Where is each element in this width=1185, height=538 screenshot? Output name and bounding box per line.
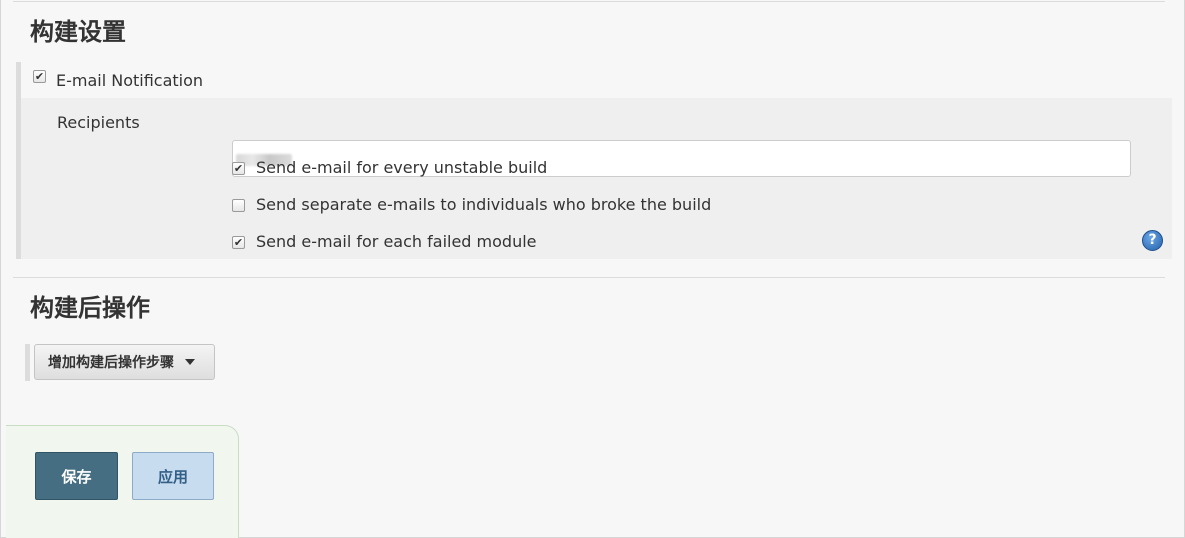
unstable-build-checkbox[interactable]: ✔ [232, 162, 245, 175]
bottom-action-bar: 保存 应用 [6, 425, 239, 538]
failed-module-checkbox[interactable]: ✔ [232, 236, 245, 249]
post-build-step-area: 增加构建后操作步骤 [25, 344, 215, 381]
save-button[interactable]: 保存 [35, 452, 118, 500]
separate-emails-checkbox[interactable] [232, 199, 245, 212]
email-notification-checkbox[interactable]: ✔ [33, 70, 46, 83]
recipients-label: Recipients [57, 113, 140, 132]
add-post-build-step-button[interactable]: 增加构建后操作步骤 [34, 344, 215, 380]
unstable-build-label: Send e-mail for every unstable build [256, 158, 548, 177]
post-build-title: 构建后操作 [30, 294, 150, 322]
separate-emails-label: Send separate e-mails to individuals who… [256, 195, 712, 214]
question-mark-icon[interactable]: ? [1142, 230, 1163, 251]
email-notification-label: E-mail Notification [56, 71, 204, 90]
failed-module-label: Send e-mail for each failed module [256, 232, 537, 251]
email-notification-options: Recipients ✔ Send e-mail for every unsta… [21, 98, 1172, 259]
build-settings-title: 构建设置 [30, 18, 126, 46]
jenkins-config-page: 构建设置 ✔ E-mail Notification Recipients ✔ … [0, 0, 1185, 538]
add-post-build-step-label: 增加构建后操作步骤 [48, 355, 174, 371]
section-divider [13, 277, 1165, 278]
caret-down-icon [185, 359, 195, 365]
email-notification-section: ✔ E-mail Notification Recipients ✔ Send … [16, 62, 1172, 259]
apply-button[interactable]: 应用 [132, 452, 214, 500]
top-divider [13, 1, 1165, 2]
